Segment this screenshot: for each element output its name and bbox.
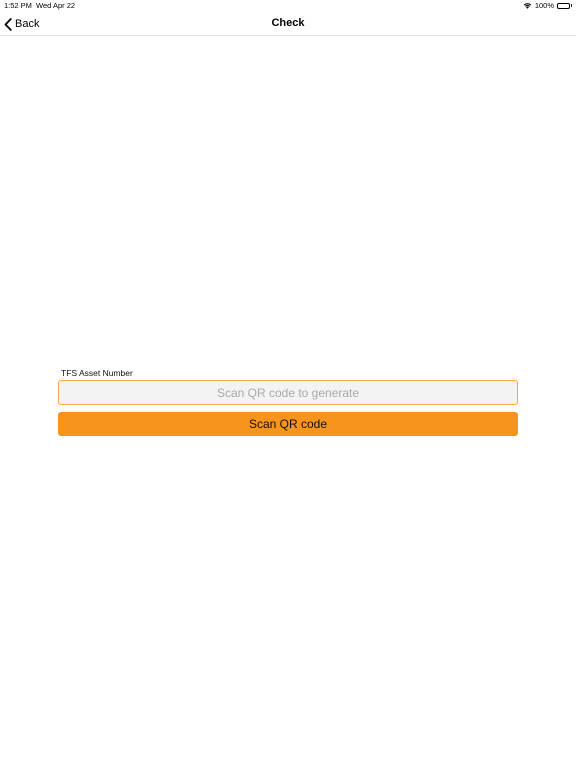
asset-number-label: TFS Asset Number	[61, 368, 133, 378]
page-title: Check	[271, 17, 305, 29]
battery-icon	[557, 2, 572, 9]
battery-percent: 100%	[534, 1, 554, 10]
navigation-bar: Back Check	[0, 12, 576, 36]
status-date: Wed Apr 22	[36, 1, 76, 10]
check-screen: 1:52 PM Wed Apr 22 100% Back Check TFS A…	[0, 0, 576, 768]
status-indicators: 100%	[523, 1, 572, 10]
scan-qr-code-button[interactable]: Scan QR code	[58, 412, 518, 436]
status-time: 1:52 PM	[4, 1, 32, 10]
status-bar: 1:52 PM Wed Apr 22 100%	[0, 0, 576, 12]
wifi-icon	[523, 2, 532, 9]
asset-number-input[interactable]	[58, 380, 518, 405]
